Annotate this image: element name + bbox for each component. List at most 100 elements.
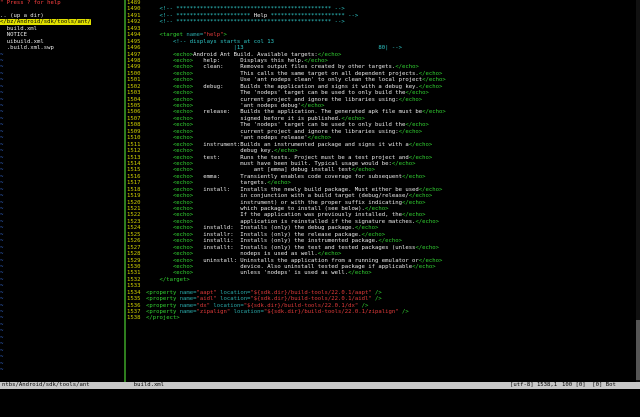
code-token: name= [179,289,197,296]
code-token: </echo> [273,148,298,155]
code-token: </echo> [418,186,443,193]
code-token: signed before it is published. [193,115,342,122]
editor-pane[interactable]: 1489 1490 <!-- **************************… [127,0,636,382]
code-token: /> [371,289,382,296]
code-token: "${sdk.dir}/build-tools/22.0.1/aapt" [250,289,372,296]
code-token: </echo> [422,109,446,116]
code-token: location= [230,309,264,315]
code-token: <echo> [146,160,194,167]
code-token: "${sdk.dir}/build-tools/22.0.1/aidl" [250,296,372,303]
tree-item-label: .. (up a dir) [0,12,44,19]
code-token: <echo> [146,51,194,58]
tree-list: .. (up a dir) </bz/Android/sdk/tools/ant/… [0,6,124,51]
command-line[interactable] [0,389,640,400]
code-token: ant [emma] debug install test [193,167,352,174]
code-token: </echo> [418,70,443,77]
editor-buffer[interactable]: 1489 1490 <!-- **************************… [127,0,636,322]
code-token: </echo> [395,64,419,71]
code-token: </echo> [267,180,291,187]
file-tree-pane[interactable]: " Press ? for help .. (up a dir) </bz/And… [0,0,124,382]
code-token: current project and ignore the libraries… [193,96,399,103]
code-token: location= [216,289,251,296]
code-token: <echo> [146,212,194,219]
code-token: <echo> [146,206,194,212]
code-token: </echo> [405,122,429,129]
code-token: <echo> [146,148,194,155]
code-token: </echo> [364,206,389,212]
pane-divider[interactable] [124,0,126,382]
code-token: /> [398,309,409,315]
code-token: <echo> [146,244,194,251]
code-token: <echo> [146,218,194,225]
code-token: "aidl" [196,296,217,303]
code-token: <property [146,296,180,303]
code-token: <echo> [146,57,194,64]
code-token: <property [146,289,180,296]
code-token: <echo> [146,173,194,180]
code-token: </target> [146,276,190,283]
code-token: </echo> [408,154,433,161]
code-token: <target [146,32,187,39]
code-token: installr: Installs (only) the release pa… [193,231,362,238]
code-token: </project> [146,315,180,322]
editor-scrollbar[interactable] [636,0,640,382]
status-encoding-position: [utf-8] 1538,1 [510,382,558,388]
code-token: </echo> [401,173,426,180]
code-token: unless 'nodeps' is used as well. [193,270,349,277]
code-token: </echo> [418,83,443,90]
code-token: "dx" [196,302,211,309]
code-token: <echo> [146,77,194,84]
code-token: /> [358,302,369,309]
code-token: </echo> [300,103,325,109]
code-token: 80| --> [243,45,402,52]
code-token: debug: Builds the application and signs … [193,83,419,90]
code-token: which package to install (see below). [193,206,365,212]
code-token: installd: Installs (only) the debug pack… [193,225,355,232]
code-token: <echo> [146,141,194,148]
code-token: </echo> [401,212,426,219]
code-token: </echo> [351,167,376,174]
tree-item-label: </bz/Android/sdk/tools/ant/ [0,19,91,26]
status-scroll-info: 100 [0] [0] Bot [562,382,616,388]
code-token: help: Displays this help. [193,57,305,64]
code-token: name= [179,309,197,315]
code-token: <property [146,309,180,315]
code-token: /> [371,296,382,303]
tree-empty-lines: ~ ~ ~ ~ ~ ~ ~ ~ ~ ~ ~ ~ ~ ~ ~ ~ ~ ~ ~ ~ ~ ~ ~ ~ ~ ~ ~ ~ ~ ~ ~ ~ ~ ~ ~ ~ ~ ~ ~ ~… [0,52,124,374]
code-token: debug key. [193,148,274,155]
code-token: </echo> [354,225,379,232]
code-token: <echo> [146,199,194,206]
code-token: installt: Installs (only) the test and t… [193,244,416,251]
code-token: <!-- ********************** [146,12,254,19]
code-token: > [223,32,227,39]
code-token: name= [179,296,197,303]
code-token: </echo> [378,238,402,245]
code-token: </echo> [398,96,423,103]
scroll-thumb[interactable] [636,320,640,380]
code-token: <echo> [146,263,194,270]
code-token: current project and ignore the libraries… [193,128,399,135]
code-token: </echo> [361,231,386,238]
code-token: <!-- ***********************************… [146,6,345,13]
code-token: <echo> [146,115,194,122]
code-token: </echo> [405,90,429,97]
code-token: 'ant nodeps debug' [193,103,301,109]
code-token: If the application was previously instal… [193,212,402,219]
code-token: install: Installs the newly build packag… [193,186,419,193]
code-token: <echo> [146,109,194,116]
code-token: <property [146,302,180,309]
code-token: ********************** --> [267,12,359,19]
code-token: <echo> [146,225,194,232]
code-token: instrument:Builds an instrumented packag… [193,141,409,148]
code-line[interactable]: 1538 </project> [127,315,636,321]
status-filename: build.xml [127,382,165,388]
code-token: <!-- displays starts at col 13 [146,38,274,45]
line-number: 1538 [127,315,141,322]
tree-item-label: build.xml [0,25,38,32]
code-token: <echo> [146,167,194,174]
tree-item-label: NOTICE [0,32,27,39]
code-token: <echo> [146,251,194,258]
code-token: <echo> [146,180,194,187]
code-token: <echo> [146,257,194,264]
tree-item-label: .build.xml.swp [0,45,54,52]
